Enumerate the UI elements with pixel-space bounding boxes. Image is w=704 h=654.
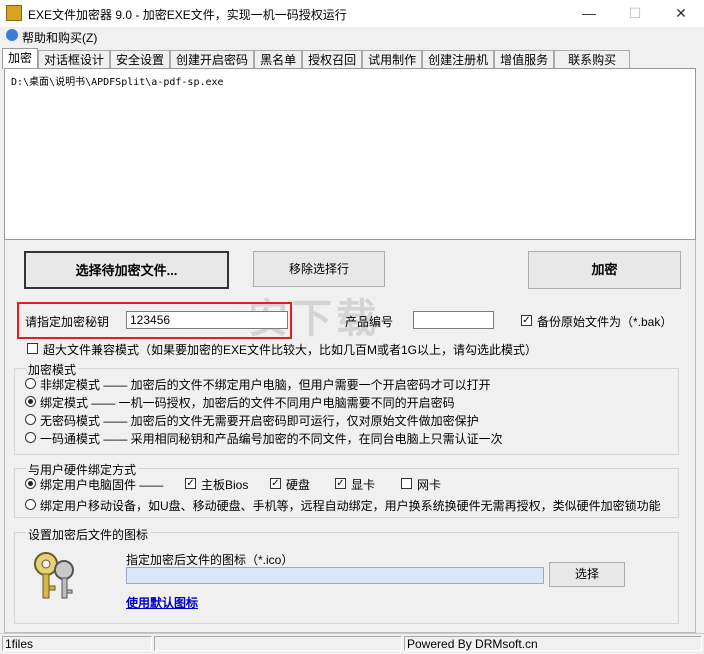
key-label: 请指定加密秘钥 bbox=[25, 315, 110, 329]
maximize-button[interactable]: ☐ bbox=[612, 0, 658, 27]
select-file-button[interactable]: 选择待加密文件... bbox=[24, 251, 229, 289]
tab-dialog-design[interactable]: 对话框设计 bbox=[38, 50, 111, 69]
bind-pc-label: 绑定用户电脑固件 —— bbox=[40, 478, 164, 492]
disk-checkbox[interactable]: ✓ bbox=[270, 478, 281, 489]
help-icon bbox=[6, 29, 18, 41]
mode-onecode-label: 一码通模式 —— 采用相同秘钥和产品编号加密的不同文件，在同台电脑上只需认证一次 bbox=[40, 432, 503, 446]
tab-keygen[interactable]: 创建注册机 bbox=[422, 50, 495, 69]
icon-setting-title: 设置加密后文件的图标 bbox=[26, 526, 151, 543]
tab-trial[interactable]: 试用制作 bbox=[362, 50, 423, 69]
mainboard-checkbox[interactable]: ✓ bbox=[185, 478, 196, 489]
mode-nopassword-label: 无密码模式 —— 加密后的文件无需要开启密码即可运行，仅对原始文件做加密保护 bbox=[40, 414, 479, 428]
product-input[interactable] bbox=[413, 311, 494, 329]
tab-license-recall[interactable]: 授权召回 bbox=[302, 50, 363, 69]
mode-nonbind-radio[interactable] bbox=[25, 378, 36, 389]
mode-bind-label: 绑定模式 —— 一机一码授权，加密后的文件不同用户电脑需要不同的开启密码 bbox=[40, 396, 455, 410]
backup-label: 备份原始文件为（*.bak） bbox=[537, 315, 673, 329]
tab-contact[interactable]: 联系购买 bbox=[554, 50, 631, 69]
tab-strip: 加密 对话框设计 安全设置 创建开启密码 黑名单 授权召回 试用制作 创建注册机… bbox=[2, 48, 631, 69]
gpu-label: 显卡 bbox=[351, 478, 376, 492]
mode-nopassword-radio[interactable] bbox=[25, 414, 36, 425]
close-button[interactable]: ✕ bbox=[658, 0, 704, 27]
status-powered: Powered By DRMsoft.cn bbox=[404, 636, 702, 651]
file-list[interactable]: D:\桌面\说明书\APDFSplit\a-pdf-sp.exe bbox=[4, 68, 696, 240]
nic-checkbox[interactable] bbox=[401, 478, 412, 489]
mainboard-label: 主板Bios bbox=[201, 478, 249, 492]
bind-pc-radio[interactable] bbox=[25, 478, 36, 489]
disk-label: 硬盘 bbox=[286, 478, 311, 492]
icon-path-label: 指定加密后文件的图标（*.ico） bbox=[126, 553, 294, 567]
menu-bar bbox=[0, 27, 704, 46]
app-lock-icon bbox=[6, 5, 22, 21]
nic-label: 网卡 bbox=[417, 478, 442, 492]
window-title: EXE文件加密器 9.0 - 加密EXE文件，实现一机一码授权运行 bbox=[28, 8, 347, 22]
icon-path-input[interactable] bbox=[126, 567, 544, 584]
tab-create-password[interactable]: 创建开启密码 bbox=[170, 50, 255, 69]
mode-onecode-radio[interactable] bbox=[25, 432, 36, 443]
bind-mobile-radio[interactable] bbox=[25, 499, 36, 510]
product-label: 产品编号 bbox=[345, 315, 394, 329]
remove-row-button[interactable]: 移除选择行 bbox=[253, 251, 385, 287]
tab-blacklist[interactable]: 黑名单 bbox=[254, 50, 303, 69]
tab-value-added[interactable]: 增值服务 bbox=[494, 50, 555, 69]
large-file-checkbox[interactable] bbox=[27, 343, 38, 354]
mode-bind-radio[interactable] bbox=[25, 396, 36, 407]
keys-icon bbox=[34, 552, 74, 599]
bind-mobile-label: 绑定用户移动设备，如U盘、移动硬盘、手机等，远程自动绑定，用户换系统换硬件无需再… bbox=[40, 499, 661, 513]
tab-security[interactable]: 安全设置 bbox=[110, 50, 171, 69]
gpu-checkbox[interactable]: ✓ bbox=[335, 478, 346, 489]
status-files: 1files bbox=[2, 636, 152, 651]
use-default-icon-link[interactable]: 使用默认图标 bbox=[126, 594, 198, 611]
status-empty bbox=[154, 636, 402, 651]
choose-icon-button[interactable]: 选择 bbox=[549, 562, 625, 587]
list-item[interactable]: D:\桌面\说明书\APDFSplit\a-pdf-sp.exe bbox=[11, 73, 224, 88]
backup-checkbox[interactable]: ✓ bbox=[521, 315, 532, 326]
menu-help-buy[interactable]: 帮助和购买(Z) bbox=[22, 29, 97, 46]
tab-encrypt[interactable]: 加密 bbox=[2, 48, 39, 69]
minimize-button[interactable]: — bbox=[566, 0, 612, 27]
key-input[interactable]: 123456 bbox=[126, 311, 288, 329]
mode-nonbind-label: 非绑定模式 —— 加密后的文件不绑定用户电脑，但用户需要一个开启密码才可以打开 bbox=[40, 378, 491, 392]
large-file-label: 超大文件兼容模式（如果要加密的EXE文件比较大，比如几百M或者1G以上，请勾选此… bbox=[43, 343, 538, 357]
encrypt-button[interactable]: 加密 bbox=[528, 251, 681, 289]
